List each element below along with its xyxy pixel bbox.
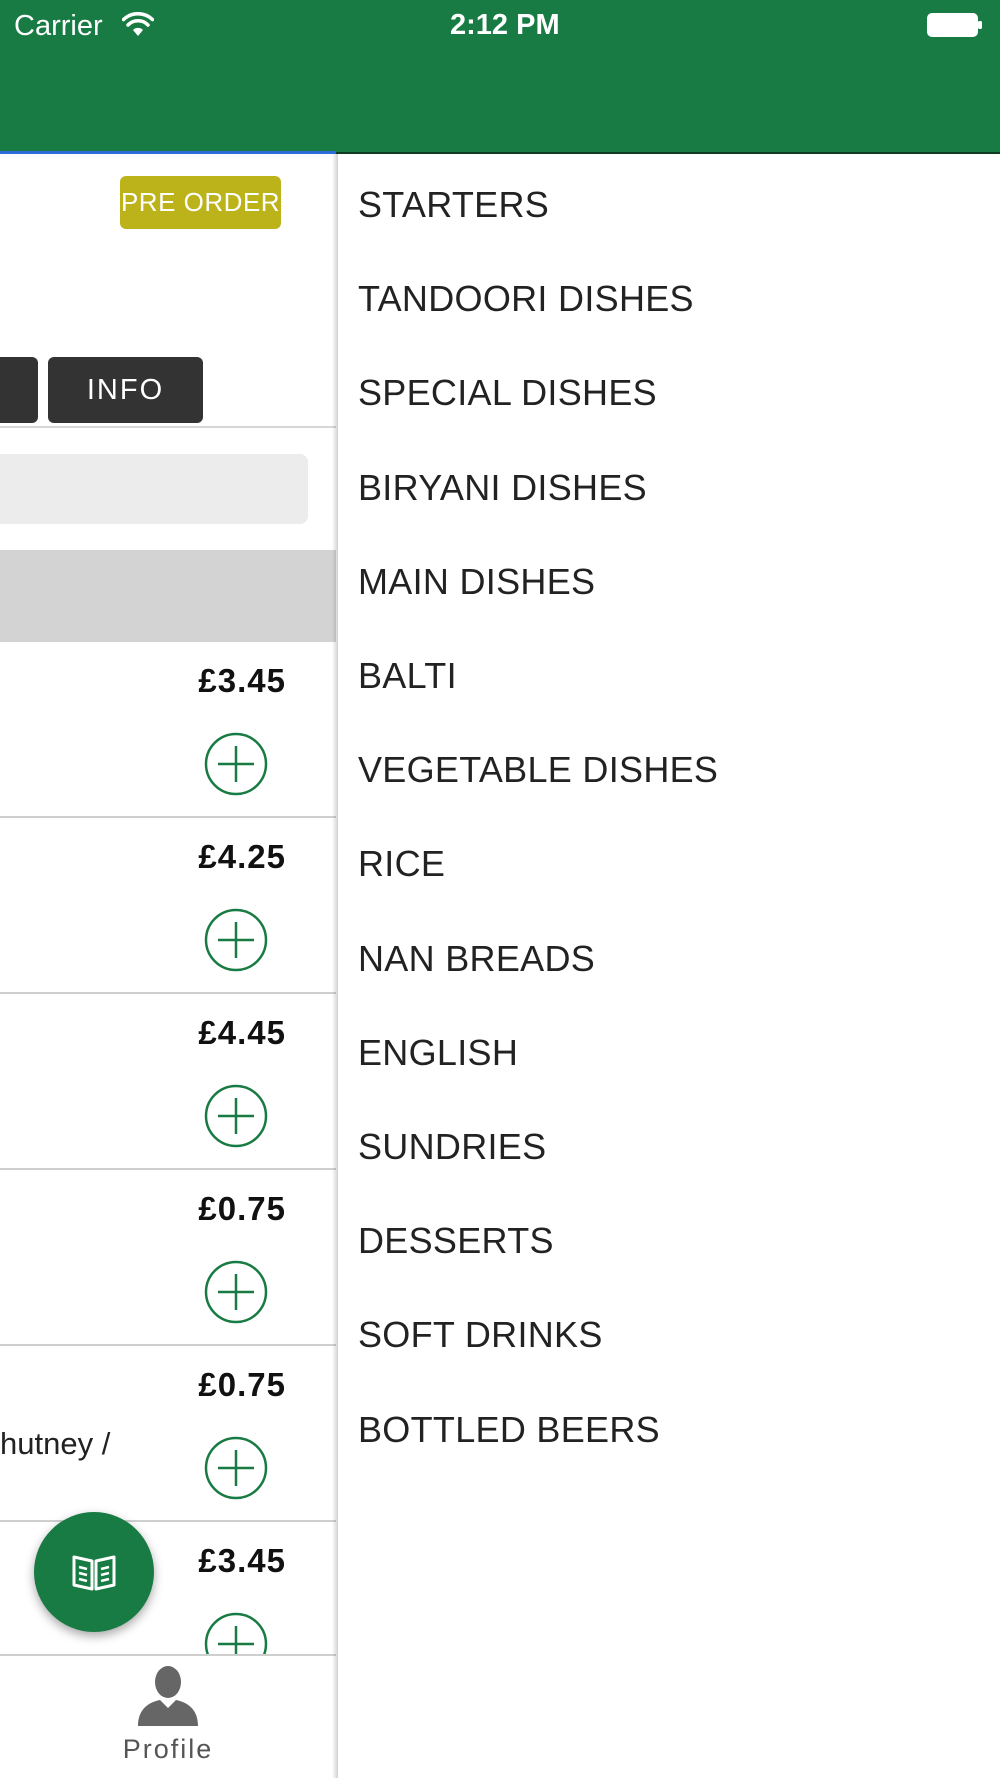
category-item-main-dishes[interactable]: MAIN DISHES [338,535,1000,629]
person-icon[interactable] [136,1664,200,1726]
battery-icon [927,13,982,37]
category-item-soft-drinks[interactable]: SOFT DRINKS [338,1288,1000,1382]
category-list: STARTERS TANDOORI DISHES SPECIAL DISHES … [338,154,1000,1477]
menu-item: £0.75 hutney / [0,1346,336,1522]
menu-item: £4.45 [0,994,336,1170]
app-header: Carrier 2:12 PM [0,0,1000,154]
item-price: £4.25 [198,838,286,875]
status-time: 2:12 PM [450,9,560,41]
item-price: £0.75 [198,1366,286,1403]
plus-circle-icon[interactable] [204,732,268,796]
plus-circle-icon[interactable] [204,1436,268,1500]
category-item-special-dishes[interactable]: SPECIAL DISHES [338,346,1000,440]
menu-item: £0.75 [0,1170,336,1346]
menu-item: £4.25 [0,818,336,994]
restaurant-menu-panel: PRE ORDER INFO £3.45 £4.25 £4.45 £0.75 £… [0,154,336,1778]
bottom-nav: Profile [0,1654,336,1778]
category-item-desserts[interactable]: DESSERTS [338,1194,1000,1288]
profile-label[interactable]: Profile [0,1734,336,1765]
search-input[interactable] [0,454,308,524]
category-item-vegetable-dishes[interactable]: VEGETABLE DISHES [338,723,1000,817]
tab-info[interactable]: INFO [48,357,203,423]
category-item-english[interactable]: ENGLISH [338,1006,1000,1100]
book-icon [72,1555,116,1591]
category-drawer: STARTERS TANDOORI DISHES SPECIAL DISHES … [338,154,1000,1778]
item-description: hutney / [0,1426,111,1461]
wifi-icon [122,12,154,36]
divider [0,426,336,428]
category-item-bottled-beers[interactable]: BOTTLED BEERS [338,1382,1000,1476]
pre-order-button[interactable]: PRE ORDER [120,176,281,229]
item-price: £4.45 [198,1014,286,1051]
category-item-balti[interactable]: BALTI [338,629,1000,723]
plus-circle-icon[interactable] [204,1260,268,1324]
category-item-sundries[interactable]: SUNDRIES [338,1100,1000,1194]
category-item-rice[interactable]: RICE [338,817,1000,911]
menu-fab-button[interactable] [34,1512,154,1632]
screen: Carrier 2:12 PM PRE ORDER INFO £3.45 £4.… [0,0,1000,1778]
status-carrier: Carrier [14,10,103,42]
category-item-starters[interactable]: STARTERS [338,158,1000,252]
item-price: £0.75 [198,1190,286,1227]
category-header [0,550,336,642]
plus-circle-icon[interactable] [204,1084,268,1148]
item-price: £3.45 [198,1542,286,1579]
menu-item: £3.45 [0,642,336,818]
category-item-nan-breads[interactable]: NAN BREADS [338,912,1000,1006]
plus-circle-icon[interactable] [204,908,268,972]
item-price: £3.45 [198,662,286,699]
tab-menu[interactable] [0,357,38,423]
category-item-biryani-dishes[interactable]: BIRYANI DISHES [338,441,1000,535]
category-item-tandoori-dishes[interactable]: TANDOORI DISHES [338,252,1000,346]
